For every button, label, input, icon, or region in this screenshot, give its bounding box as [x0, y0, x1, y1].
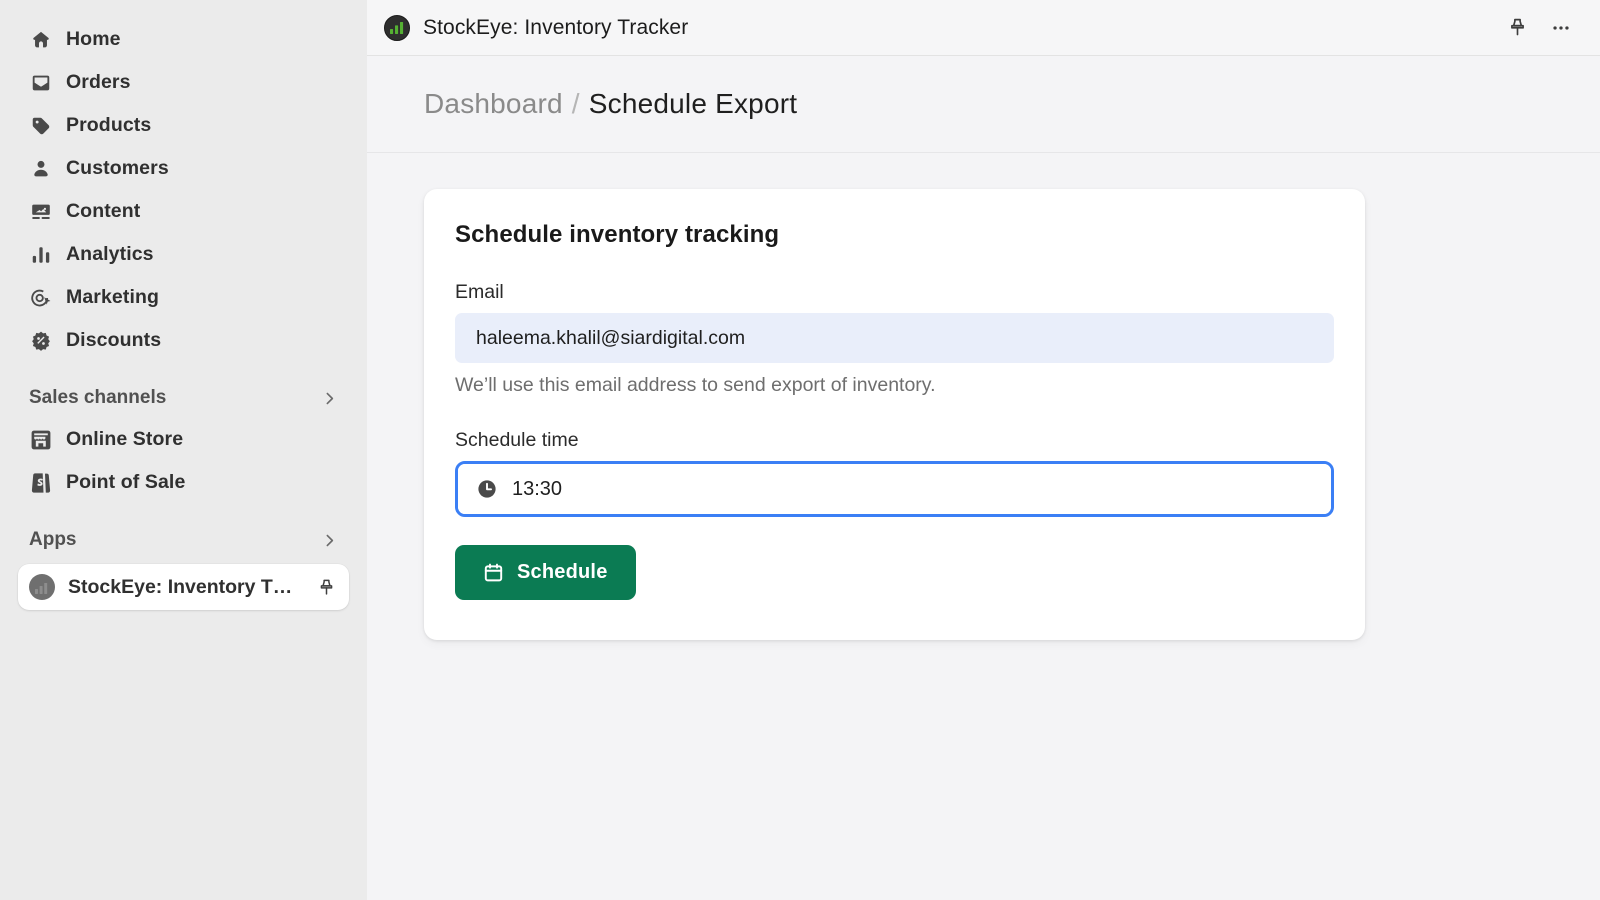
bar-chart-icon	[29, 243, 53, 267]
sidebar-item-online-store[interactable]: Online Store	[18, 418, 349, 461]
schedule-button[interactable]: Schedule	[455, 545, 636, 600]
schedule-time-input[interactable]	[512, 477, 1313, 501]
sidebar-section-sales-channels[interactable]: Sales channels	[18, 378, 349, 418]
clock-icon	[476, 478, 498, 500]
sidebar-item-label: Marketing	[66, 286, 160, 308]
sidebar-item-marketing[interactable]: Marketing	[18, 276, 349, 319]
stockeye-app-icon	[384, 14, 410, 41]
sidebar-item-label: Point of Sale	[66, 471, 186, 493]
sidebar-section-apps[interactable]: Apps	[18, 520, 349, 560]
page-content: Schedule inventory tracking Email We’ll …	[367, 153, 1600, 900]
discount-badge-icon	[29, 329, 53, 353]
email-label: Email	[455, 281, 504, 303]
person-icon	[29, 157, 53, 181]
sidebar: Home Orders Products Customers Content A…	[0, 0, 367, 900]
sidebar-item-label: Online Store	[66, 428, 184, 450]
sidebar-item-label: Discounts	[66, 329, 162, 351]
sidebar-item-analytics[interactable]: Analytics	[18, 233, 349, 276]
schedule-export-card: Schedule inventory tracking Email We’ll …	[424, 189, 1365, 640]
app-root: Home Orders Products Customers Content A…	[0, 0, 1600, 900]
sidebar-item-home[interactable]: Home	[18, 18, 349, 61]
sidebar-item-label: Orders	[66, 71, 131, 93]
chevron-right-icon[interactable]	[321, 390, 338, 407]
storefront-icon	[29, 428, 53, 452]
card-title: Schedule inventory tracking	[455, 221, 780, 248]
app-topbar: StockEye: Inventory Tracker	[367, 0, 1600, 56]
email-helper-text: We’ll use this email address to send exp…	[455, 374, 936, 396]
sidebar-item-label: StockEye: Inventory T…	[68, 575, 293, 598]
breadcrumb-parent[interactable]: Dashboard	[424, 88, 563, 119]
sidebar-item-customers[interactable]: Customers	[18, 147, 349, 190]
schedule-time-field[interactable]	[455, 461, 1334, 517]
schedule-time-label: Schedule time	[455, 429, 579, 451]
schedule-button-label: Schedule	[517, 561, 608, 583]
chevron-right-icon[interactable]	[321, 532, 338, 549]
breadcrumb: Dashboard / Schedule Export	[367, 56, 1600, 153]
sidebar-item-discounts[interactable]: Discounts	[18, 319, 349, 362]
sidebar-item-orders[interactable]: Orders	[18, 61, 349, 104]
sidebar-item-stockeye-app[interactable]: StockEye: Inventory T…	[18, 564, 349, 610]
sidebar-item-label: Analytics	[66, 243, 154, 265]
sidebar-item-content[interactable]: Content	[18, 190, 349, 233]
tag-icon	[29, 114, 53, 138]
app-title: StockEye: Inventory Tracker	[423, 15, 689, 39]
section-title: Sales channels	[29, 387, 167, 408]
calendar-icon	[483, 562, 504, 583]
sidebar-item-label: Products	[66, 114, 152, 136]
pin-icon[interactable]	[1500, 11, 1534, 45]
app-avatar-icon	[29, 574, 55, 600]
sidebar-item-products[interactable]: Products	[18, 104, 349, 147]
more-options-icon[interactable]	[1544, 11, 1578, 45]
section-title: Apps	[29, 529, 77, 550]
pin-icon[interactable]	[317, 578, 336, 597]
sidebar-item-label: Customers	[66, 157, 169, 179]
breadcrumb-current: Schedule Export	[588, 88, 798, 119]
sidebar-item-label: Home	[66, 28, 121, 50]
sidebar-item-point-of-sale[interactable]: Point of Sale	[18, 461, 349, 504]
breadcrumb-separator: /	[571, 88, 580, 119]
email-field[interactable]	[455, 313, 1334, 363]
orders-inbox-icon	[29, 71, 53, 95]
image-icon	[29, 200, 53, 224]
main-area: StockEye: Inventory Tracker Dashboard / Sc…	[367, 0, 1600, 900]
home-icon	[29, 28, 53, 52]
shopping-bag-icon	[29, 471, 53, 495]
sidebar-item-label: Content	[66, 200, 141, 222]
target-icon	[29, 286, 53, 310]
